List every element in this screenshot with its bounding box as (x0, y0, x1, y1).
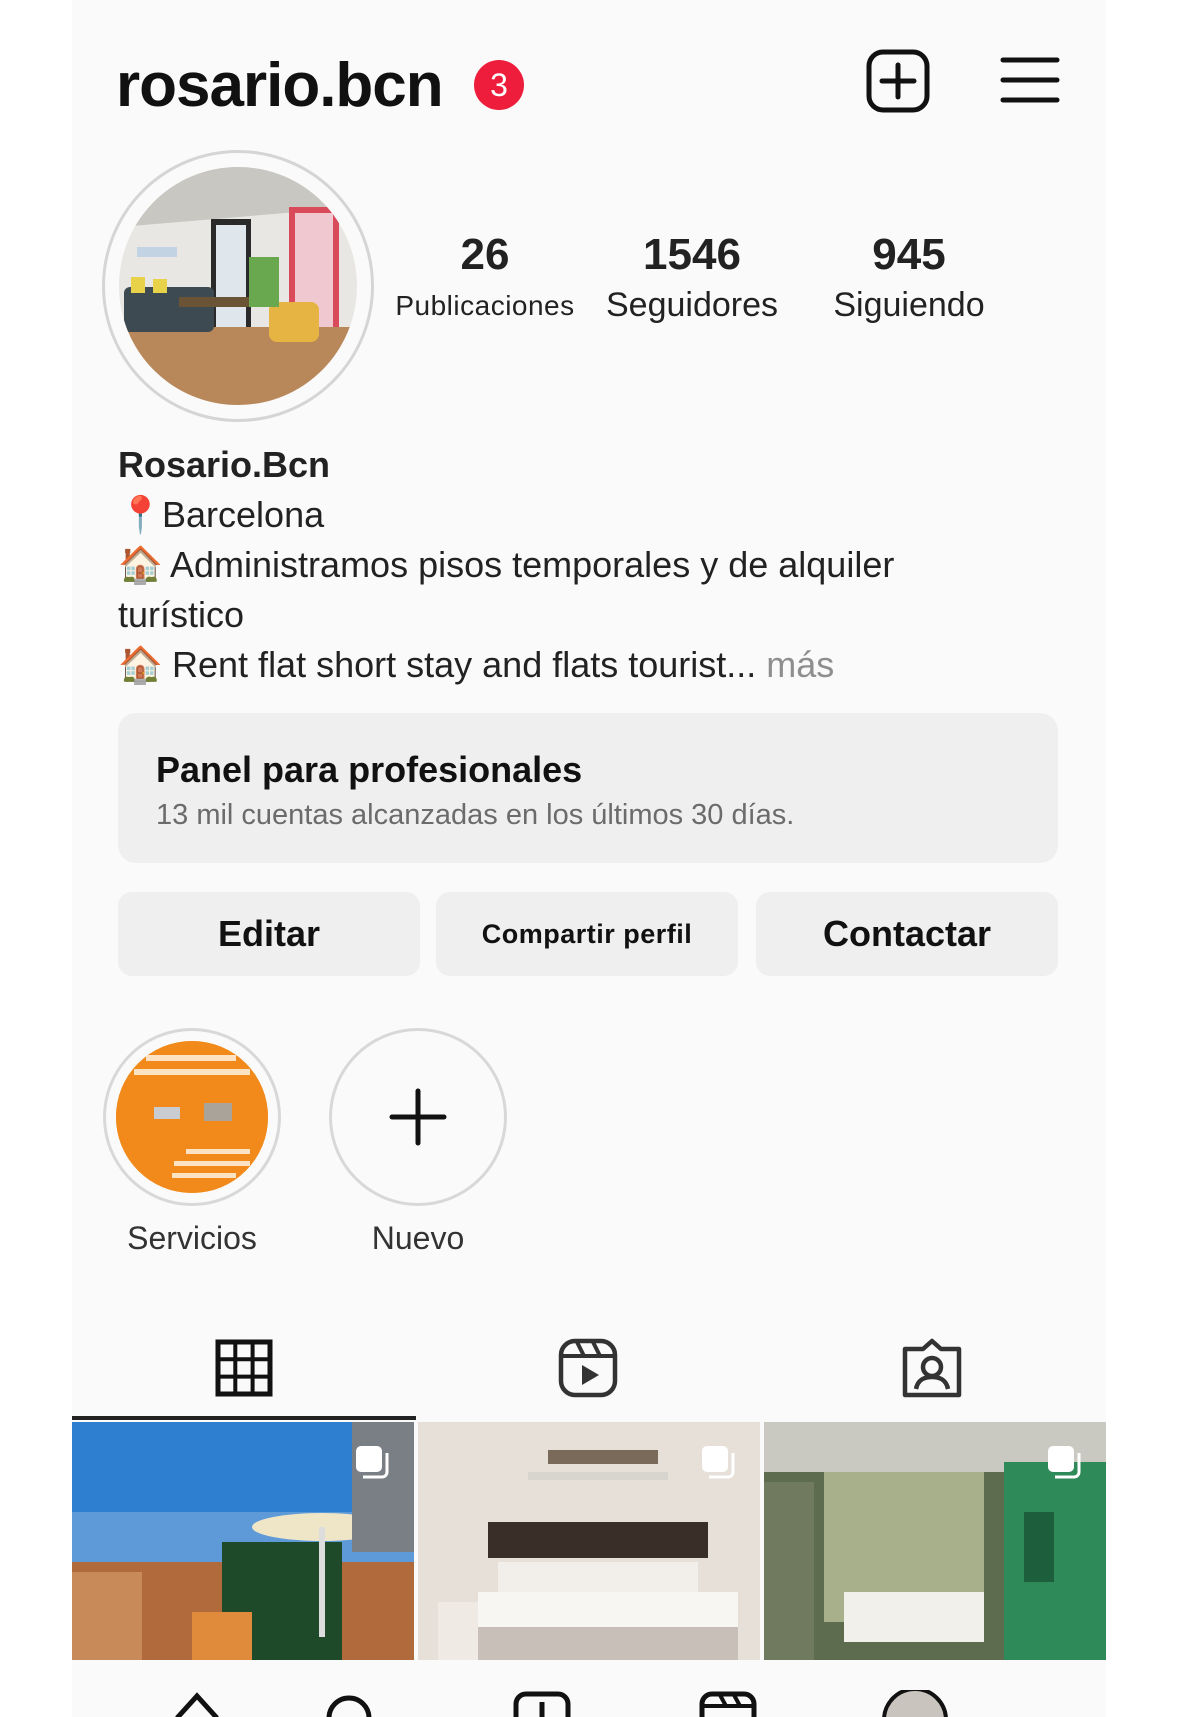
bio-line-1: 🏠 Administramos pisos temporales y de al… (118, 540, 1058, 590)
followers-count: 1546 (643, 230, 741, 279)
highlight-label: Nuevo (371, 1220, 465, 1256)
highlight-cover (116, 1041, 268, 1193)
highlight-servicios[interactable]: Servicios (102, 1028, 282, 1257)
profile-nav-avatar[interactable] (880, 1690, 950, 1717)
search-icon[interactable] (324, 1690, 374, 1717)
following-count: 945 (872, 230, 946, 279)
following-label: Siguiendo (833, 286, 985, 324)
bio-line-2: 🏠 Rent flat short stay and flats tourist… (118, 640, 1058, 690)
posts-label: Publicaciones (395, 290, 575, 321)
profile-avatar[interactable] (102, 150, 374, 422)
bottom-navigation (72, 1690, 1106, 1717)
carousel-icon (702, 1446, 735, 1479)
edit-profile-button[interactable]: Editar (118, 892, 420, 976)
followers-label: Seguidores (605, 286, 778, 324)
display-name: Rosario.Bcn (118, 444, 331, 485)
profile-bio: Rosario.Bcn 📍Barcelona 🏠 Administramos p… (118, 440, 1058, 690)
following-stat[interactable]: 945 Siguiendo (814, 230, 1004, 325)
home-icon[interactable] (172, 1690, 222, 1717)
grid-icon (215, 1339, 273, 1397)
hamburger-menu-icon[interactable] (1000, 54, 1060, 106)
highlight-ring (103, 1028, 281, 1206)
post-thumbnail[interactable] (72, 1422, 414, 1660)
bio-location-line: 📍Barcelona (118, 490, 1058, 540)
post-thumbnail[interactable] (418, 1422, 760, 1660)
posts-stat[interactable]: 26 Publicaciones (390, 230, 580, 322)
pro-panel-subtitle: 13 mil cuentas alcanzadas en los últimos… (156, 799, 795, 831)
avatar-image (119, 167, 357, 405)
contact-button[interactable]: Contactar (756, 892, 1058, 976)
post-thumbnail[interactable] (764, 1422, 1106, 1660)
status-bar (72, 0, 1106, 6)
tab-reels[interactable] (416, 1320, 760, 1416)
posts-count: 26 (460, 230, 510, 279)
create-icon[interactable] (512, 1690, 572, 1717)
bio-line-1-text: Administramos pisos temporales y de alqu… (170, 544, 895, 585)
notification-badge[interactable]: 3 (474, 60, 524, 110)
house-icon: 🏠 (118, 544, 163, 585)
professional-dashboard[interactable]: Panel para profesionales 13 mil cuentas … (118, 713, 1058, 863)
highlight-new[interactable]: Nuevo (328, 1028, 508, 1257)
reels-nav-icon[interactable] (698, 1690, 758, 1717)
share-profile-button[interactable]: Compartir perfil (436, 892, 738, 976)
new-highlight-ring (329, 1028, 507, 1206)
carousel-icon (1048, 1446, 1081, 1479)
tagged-icon (902, 1338, 962, 1398)
plus-square-icon[interactable] (865, 48, 931, 114)
more-link[interactable]: más (766, 644, 834, 685)
profile-tabs (72, 1320, 1106, 1420)
carousel-icon (356, 1446, 389, 1479)
tab-tagged[interactable] (760, 1320, 1104, 1416)
bio-line-2-text: Rent flat short stay and flats tourist..… (172, 644, 757, 685)
plus-icon (389, 1088, 447, 1146)
username[interactable]: rosario.bcn (116, 50, 444, 121)
profile-screen: rosario.bcn 3 26 Publicaciones 1546 Segu… (72, 0, 1106, 1717)
profile-header: rosario.bcn 3 (72, 40, 1106, 130)
bio-location: Barcelona (162, 494, 325, 535)
tab-posts-grid[interactable] (72, 1320, 416, 1416)
followers-stat[interactable]: 1546 Seguidores (592, 230, 792, 325)
house-icon: 🏠 (118, 644, 163, 685)
pro-panel-title: Panel para profesionales (156, 749, 583, 790)
reels-icon (558, 1338, 618, 1398)
pin-icon: 📍 (118, 494, 163, 535)
highlight-label: Servicios (127, 1220, 257, 1256)
active-tab-indicator (72, 1416, 416, 1420)
bio-line-1-cont: turístico (118, 594, 245, 635)
posts-grid (72, 1422, 1106, 1660)
